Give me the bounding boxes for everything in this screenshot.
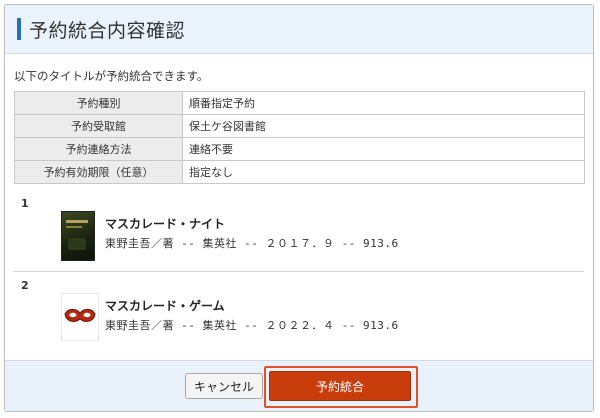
action-footer: キャンセル 予約統合 xyxy=(5,360,593,411)
info-label: 予約有効期限（任意） xyxy=(14,160,183,184)
info-label: 予約連絡方法 xyxy=(14,137,183,161)
book-cover-icon xyxy=(61,211,95,261)
info-value: 順番指定予約 xyxy=(182,91,585,115)
book-meta: 東野圭吾／著 -- 集英社 -- ２０１７．９ -- 913.6 xyxy=(105,237,399,250)
item-number: 2 xyxy=(21,279,29,292)
item-number: 1 xyxy=(21,197,29,210)
list-item: 1 マスカレード・ナイト 東野圭吾／著 -- 集英社 -- ２０１７．９ -- … xyxy=(13,197,584,267)
header-accent-bar xyxy=(17,18,21,40)
info-row: 予約受取館 保土ケ谷図書館 xyxy=(14,114,585,138)
info-value: 連絡不要 xyxy=(182,137,585,161)
reservation-info-table: 予約種別 順番指定予約 予約受取館 保土ケ谷図書館 予約連絡方法 連絡不要 予約… xyxy=(14,91,585,184)
cancel-button[interactable]: キャンセル xyxy=(185,373,263,399)
item-divider xyxy=(13,271,584,272)
info-label: 予約受取館 xyxy=(14,114,183,138)
info-row: 予約有効期限（任意） 指定なし xyxy=(14,160,585,184)
info-value: 保土ケ谷図書館 xyxy=(182,114,585,138)
info-row: 予約種別 順番指定予約 xyxy=(14,91,585,115)
book-title: マスカレード・ゲーム xyxy=(105,299,225,313)
info-value: 指定なし xyxy=(182,160,585,184)
info-row: 予約連絡方法 連絡不要 xyxy=(14,137,585,161)
merge-reservation-button[interactable]: 予約統合 xyxy=(269,371,411,401)
page-title: 予約統合内容確認 xyxy=(29,19,186,42)
confirm-panel: 予約統合内容確認 以下のタイトルが予約統合できます。 予約種別 順番指定予約 予… xyxy=(4,4,594,412)
book-title: マスカレード・ナイト xyxy=(105,217,226,231)
intro-text: 以下のタイトルが予約統合できます。 xyxy=(14,69,209,83)
list-item: 2 マスカレード・ゲーム 東野圭吾／著 -- 集英社 -- ２０２２．４ -- … xyxy=(13,279,584,351)
masquerade-mask-icon xyxy=(61,293,99,341)
info-label: 予約種別 xyxy=(14,91,183,115)
panel-header: 予約統合内容確認 xyxy=(5,5,593,54)
book-meta: 東野圭吾／著 -- 集英社 -- ２０２２．４ -- 913.6 xyxy=(105,319,399,332)
